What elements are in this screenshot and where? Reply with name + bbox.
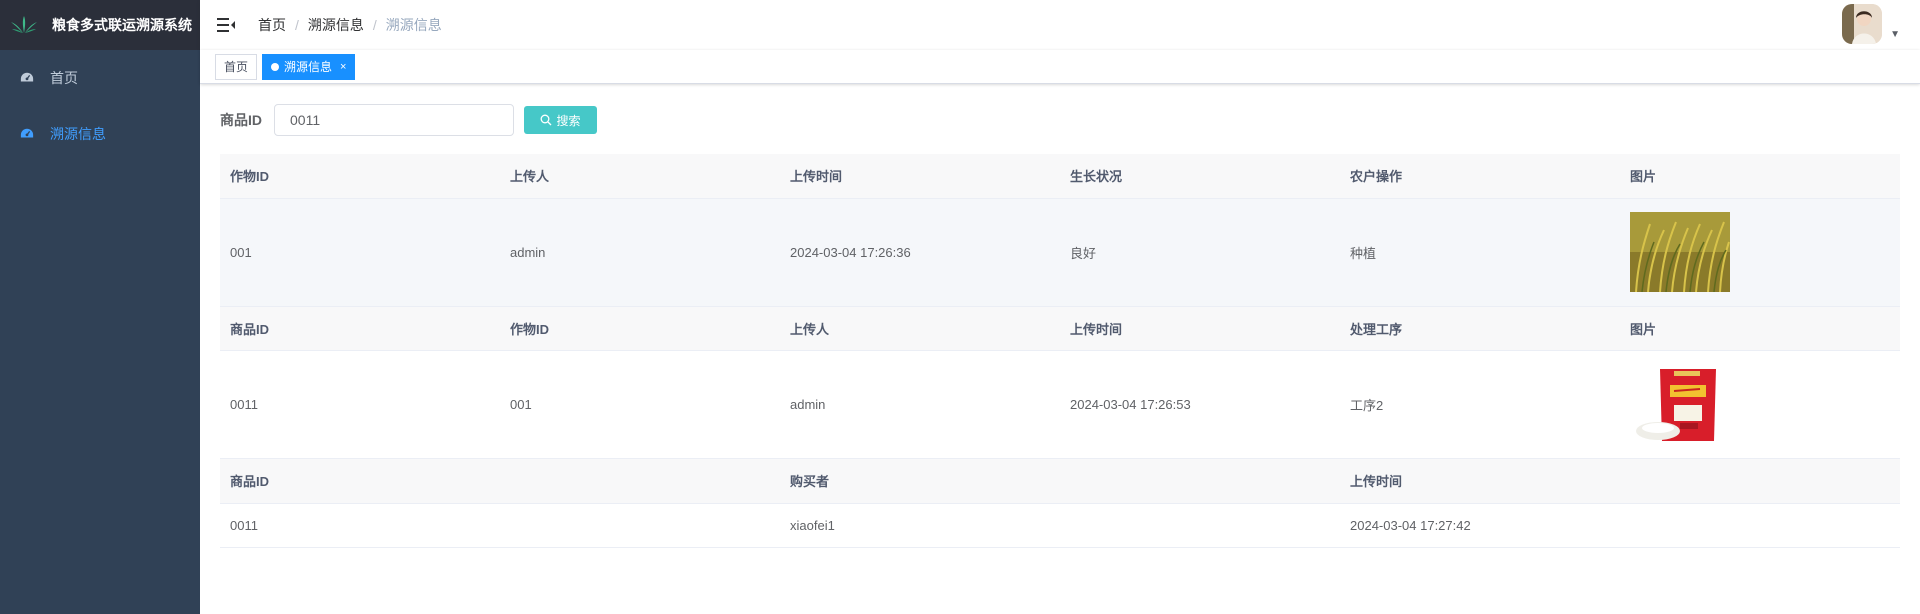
column-header: 作物ID [220,154,500,199]
table-header-row: 商品ID 购买者 上传时间 [220,459,1900,504]
column-header: 农户操作 [1340,154,1620,199]
table-cell: 2024-03-04 17:26:53 [1060,350,1340,459]
table-cell: 0011 [220,503,780,548]
breadcrumb-home[interactable]: 首页 [258,15,286,35]
purchase-table: 商品ID 购买者 上传时间 0011 xiaofei1 2024-03-04 1… [220,459,1900,548]
column-header: 上传时间 [780,154,1060,199]
sidebar-item-label: 首页 [50,70,78,86]
search-label: 商品ID [220,112,262,128]
column-header: 作物ID [500,306,780,351]
table-cell [1620,198,1900,307]
column-header: 上传人 [500,154,780,199]
table-cell: 种植 [1340,198,1620,307]
crop-table: 作物ID 上传人 上传时间 生长状况 农户操作 图片 001 admin 202… [220,154,1900,307]
logo-icon [11,16,37,33]
column-header: 处理工序 [1340,306,1620,351]
table-cell: 良好 [1060,198,1340,307]
column-header: 图片 [1620,306,1900,351]
table-cell: 工序2 [1340,350,1620,459]
table-cell: xiaofei1 [780,503,1340,548]
navbar: 首页 / 溯源信息 / 溯源信息 ▼ [200,0,1920,50]
column-header: 上传时间 [1060,306,1340,351]
breadcrumb-separator: / [295,17,299,33]
column-header: 商品ID [220,306,500,351]
tag-home[interactable]: 首页 [215,53,258,80]
column-header: 商品ID [220,459,780,504]
search-icon [541,114,552,126]
active-dot-icon [271,62,280,71]
table-header-row: 商品ID 作物ID 上传人 上传时间 处理工序 图片 [220,306,1900,351]
breadcrumb-parent[interactable]: 溯源信息 [308,15,364,35]
table-cell [1620,350,1900,459]
search-form: 商品ID 搜索 [220,84,1900,154]
tags-view: 首页 溯源信息 × [200,50,1920,84]
dashboard-icon [20,128,34,138]
product-id-input[interactable] [274,104,514,136]
close-icon[interactable]: × [340,55,346,79]
tag-trace-info[interactable]: 溯源信息 × [262,53,356,80]
table-cell: admin [500,198,780,307]
tag-label: 首页 [224,59,249,74]
logo-bar: 粮食多式联运溯源系统 [0,0,200,50]
column-header: 图片 [1620,154,1900,199]
table-cell: 001 [500,350,780,459]
main-content: 商品ID 搜索 作物ID 上传人 上传时间 生长状况 农户操作 图片 001 [200,84,1920,614]
hamburger-icon[interactable] [216,15,236,35]
caret-down-icon[interactable]: ▼ [1890,29,1900,40]
tag-label: 溯源信息 [284,59,333,74]
table-row: 0011 001 admin 2024-03-04 17:26:53 工序2 [220,350,1900,459]
breadcrumb-current: 溯源信息 [385,17,442,33]
table-cell: 2024-03-04 17:26:36 [780,198,1060,307]
table-cell: 2024-03-04 17:27:42 [1340,503,1900,548]
column-header: 上传时间 [1340,459,1900,504]
sidebar-item-label: 溯源信息 [50,126,106,142]
column-header: 购买者 [780,459,1340,504]
sidebar-item-trace-info[interactable]: 溯源信息 [0,106,200,162]
sidebar: 粮食多式联运溯源系统 首页 溯源信息 [0,0,200,614]
breadcrumb-separator: / [372,17,377,33]
rice-field-image[interactable] [1630,212,1730,292]
breadcrumb: 首页 / 溯源信息 / 溯源信息 [258,15,442,35]
app-title: 粮食多式联运溯源系统 [52,17,192,33]
search-button-label: 搜索 [556,113,581,128]
user-menu[interactable]: ▼ [1842,4,1900,44]
table-header-row: 作物ID 上传人 上传时间 生长状况 农户操作 图片 [220,154,1900,199]
table-cell: 001 [220,198,500,307]
avatar[interactable] [1842,4,1883,44]
column-header: 生长状况 [1060,154,1340,199]
table-row: 001 admin 2024-03-04 17:26:36 良好 种植 [220,198,1900,307]
search-button[interactable]: 搜索 [524,106,597,134]
table-cell: admin [780,350,1060,459]
column-header: 上传人 [780,306,1060,351]
rice-bag-image[interactable] [1630,364,1730,445]
table-row: 0011 xiaofei1 2024-03-04 17:27:42 [220,503,1900,548]
process-table: 商品ID 作物ID 上传人 上传时间 处理工序 图片 0011 001 admi… [220,306,1900,459]
table-cell: 0011 [220,350,500,459]
sidebar-item-home[interactable]: 首页 [0,50,200,106]
dashboard-icon [20,72,34,82]
